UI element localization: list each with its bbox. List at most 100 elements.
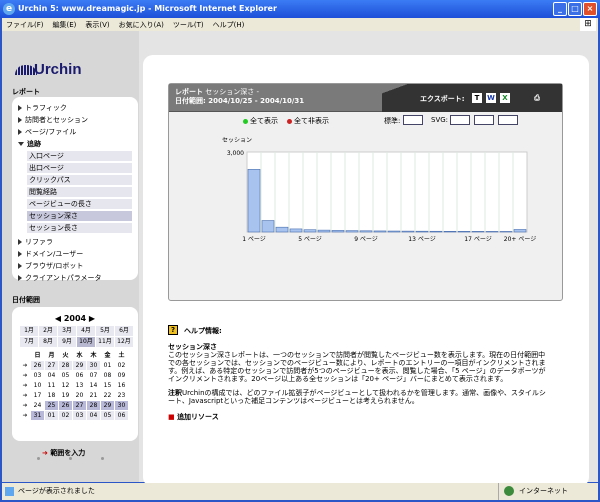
week-select-arrow-icon[interactable]: ➜ (20, 401, 30, 410)
day-cell[interactable]: 29 (101, 401, 114, 410)
day-cell[interactable]: 29 (73, 361, 86, 370)
day-cell[interactable]: 22 (101, 391, 114, 400)
day-cell[interactable]: 01 (45, 411, 58, 420)
day-cell[interactable]: 12 (59, 381, 72, 390)
menu-help[interactable]: ヘルプ(H) (213, 20, 245, 30)
nav-entrance-pages[interactable]: 入口ページ (27, 151, 132, 161)
menu-tools[interactable]: ツール(T) (173, 20, 204, 30)
day-cell[interactable]: 05 (59, 371, 72, 380)
export-word-icon[interactable]: W (486, 93, 496, 103)
menu-favorites[interactable]: お気に入り(A) (119, 20, 164, 30)
nav-browsers-robots[interactable]: ブラウザ/ロボット (18, 261, 83, 271)
svg-line-chart-icon[interactable] (474, 115, 494, 125)
hide-all-button[interactable]: 全て非表示 (287, 116, 329, 126)
day-cell[interactable]: 17 (31, 391, 44, 400)
month-cell[interactable]: 4月 (77, 326, 95, 336)
arrow-right-icon (18, 117, 22, 123)
week-select-arrow-icon[interactable]: ➜ (20, 371, 30, 380)
day-cell[interactable]: 07 (87, 371, 100, 380)
day-cell[interactable]: 08 (101, 371, 114, 380)
day-cell[interactable]: 10 (31, 381, 44, 390)
svg-pie-chart-icon[interactable] (498, 115, 518, 125)
day-cell[interactable]: 27 (45, 361, 58, 370)
day-cell[interactable]: 30 (115, 401, 128, 410)
menu-edit[interactable]: 編集(E) (53, 20, 77, 30)
day-cell[interactable]: 06 (73, 371, 86, 380)
day-cell[interactable]: 14 (87, 381, 100, 390)
menu-file[interactable]: ファイル(F) (6, 20, 44, 30)
day-cell[interactable]: 03 (31, 371, 44, 380)
export-tab-icon[interactable]: T (472, 93, 482, 103)
nav-pageview-length[interactable]: ページビューの長さ (27, 199, 132, 209)
nav-exit-pages[interactable]: 出口ページ (27, 163, 132, 173)
month-cell-selected[interactable]: 10月 (77, 337, 95, 347)
day-cell[interactable]: 04 (87, 411, 100, 420)
day-cell[interactable]: 02 (115, 361, 128, 370)
month-cell[interactable]: 1月 (20, 326, 38, 336)
month-cell[interactable]: 9月 (58, 337, 76, 347)
month-cell[interactable]: 2月 (39, 326, 57, 336)
day-cell[interactable]: 21 (87, 391, 100, 400)
prev-year-icon[interactable]: ◀ (55, 314, 64, 323)
day-cell[interactable]: 01 (101, 361, 114, 370)
month-cell[interactable]: 6月 (115, 326, 133, 336)
nav-click-paths[interactable]: クリックパス (27, 175, 132, 185)
week-select-arrow-icon[interactable]: ➜ (20, 391, 30, 400)
day-cell[interactable]: 28 (87, 401, 100, 410)
maximize-button[interactable]: □ (568, 2, 582, 16)
day-cell[interactable]: 04 (45, 371, 58, 380)
week-select-arrow-icon[interactable]: ➜ (20, 411, 30, 420)
next-year-icon[interactable]: ▶ (86, 314, 95, 323)
day-cell[interactable]: 30 (87, 361, 100, 370)
day-cell[interactable]: 15 (101, 381, 114, 390)
month-cell[interactable]: 8月 (39, 337, 57, 347)
nav-session-length[interactable]: セッション長さ (27, 223, 132, 233)
month-cell[interactable]: 5月 (96, 326, 114, 336)
print-icon[interactable]: ⎙ (532, 93, 542, 103)
standard-bar-chart-icon[interactable] (403, 115, 423, 125)
day-cell[interactable]: 03 (73, 411, 86, 420)
minimize-button[interactable]: _ (553, 2, 567, 16)
day-cell[interactable]: 28 (59, 361, 72, 370)
day-cell[interactable]: 09 (115, 371, 128, 380)
nav-visitors-sessions[interactable]: 訪問者とセッション (18, 115, 88, 125)
day-cell[interactable]: 11 (45, 381, 58, 390)
day-cell[interactable]: 16 (115, 381, 128, 390)
week-select-arrow-icon[interactable]: ➜ (20, 361, 30, 370)
additional-resources-link[interactable]: ■ 追加リソース (168, 413, 548, 421)
day-cell[interactable]: 20 (73, 391, 86, 400)
nav-traffic[interactable]: トラフィック (18, 103, 67, 113)
day-cell[interactable]: 19 (59, 391, 72, 400)
week-select-arrow-icon[interactable]: ➜ (20, 381, 30, 390)
day-cell[interactable]: 06 (115, 411, 128, 420)
show-all-button[interactable]: 全て表示 (243, 116, 278, 126)
month-cell[interactable]: 3月 (58, 326, 76, 336)
month-cell[interactable]: 7月 (20, 337, 38, 347)
day-cell[interactable]: 27 (73, 401, 86, 410)
day-cell[interactable]: 31 (31, 411, 44, 420)
day-cell[interactable]: 23 (115, 391, 128, 400)
menu-view[interactable]: 表示(V) (85, 20, 109, 30)
close-button[interactable]: × (583, 2, 597, 16)
day-cell[interactable]: 26 (59, 401, 72, 410)
day-cell[interactable]: 24 (31, 401, 44, 410)
nav-tracking[interactable]: 追跡 (18, 139, 41, 149)
nav-label: ページ/ファイル (25, 128, 77, 136)
arrow-right-icon (18, 251, 22, 257)
month-cell[interactable]: 12月 (115, 337, 133, 347)
month-cell[interactable]: 11月 (96, 337, 114, 347)
svg-bar-chart-icon[interactable] (450, 115, 470, 125)
day-cell[interactable]: 02 (59, 411, 72, 420)
day-cell[interactable]: 25 (45, 401, 58, 410)
nav-session-depth[interactable]: セッション深さ (27, 211, 132, 221)
nav-domains-users[interactable]: ドメイン/ユーザー (18, 249, 83, 259)
nav-referrers[interactable]: リファラ (18, 237, 53, 247)
nav-browse-paths[interactable]: 閲覧経路 (27, 187, 132, 197)
day-cell[interactable]: 26 (31, 361, 44, 370)
day-cell[interactable]: 18 (45, 391, 58, 400)
nav-client-params[interactable]: クライアントパラメータ (18, 273, 102, 283)
nav-pages-files[interactable]: ページ/ファイル (18, 127, 76, 137)
day-cell[interactable]: 05 (101, 411, 114, 420)
export-excel-icon[interactable]: X (500, 93, 510, 103)
day-cell[interactable]: 13 (73, 381, 86, 390)
